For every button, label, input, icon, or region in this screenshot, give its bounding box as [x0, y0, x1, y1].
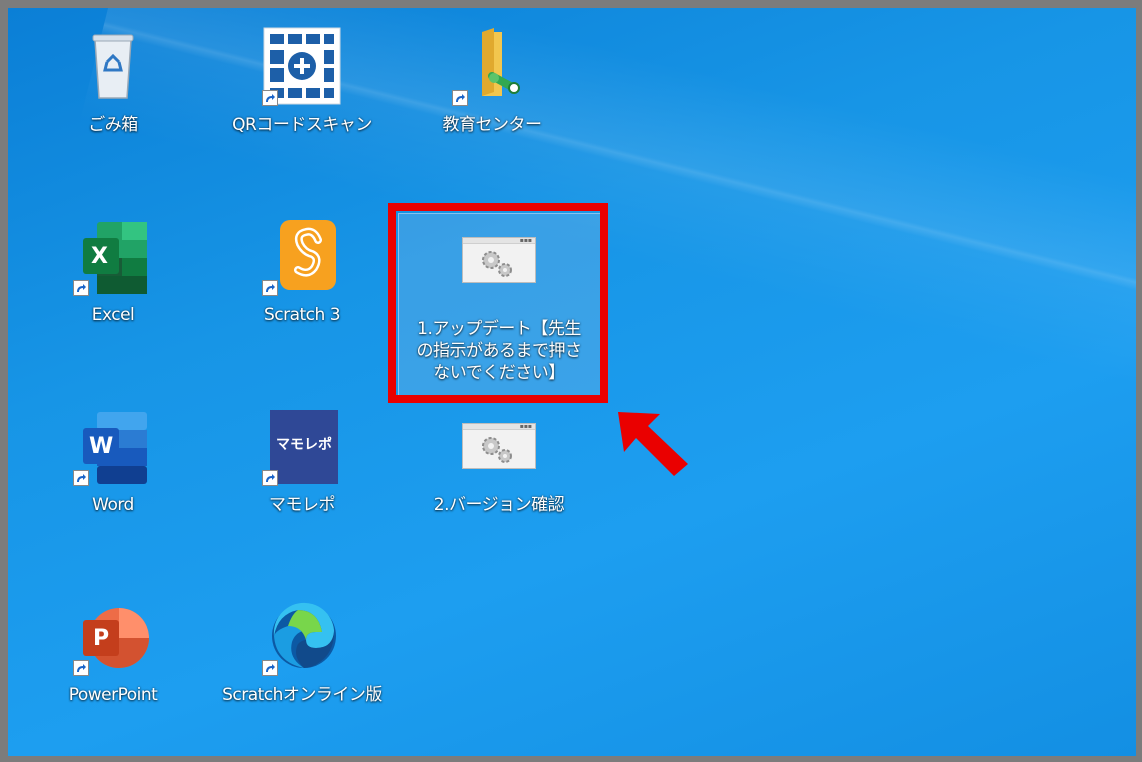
desktop-icon-powerpoint[interactable]: P PowerPoint [43, 596, 183, 706]
word-letter: W [89, 434, 114, 459]
shortcut-arrow-icon [262, 90, 278, 106]
icon-label-excel: Excel [91, 305, 135, 325]
desktop-icon-version-check[interactable]: ▪▪▪ 2.バージョン確認 [429, 406, 569, 516]
excel-letter: X [91, 244, 108, 269]
desktop-icon-excel[interactable]: X Excel [43, 216, 183, 326]
window-controls-icon: ▪▪▪ [519, 423, 532, 430]
app-window-thumbnail: ▪▪▪ [462, 423, 536, 469]
qr-scan-icon [262, 26, 342, 106]
shortcut-arrow-icon [73, 470, 89, 486]
icon-label-recycle-bin: ごみ箱 [88, 115, 138, 135]
desktop: ごみ箱 QRコードスキャン 教育センター X Excel Scratch 3 ▪… [8, 8, 1136, 756]
powerpoint-icon: P [73, 596, 153, 676]
icon-label-version-check: 2.バージョン確認 [433, 495, 565, 515]
scratch-icon [262, 216, 342, 296]
desktop-icon-education-center[interactable]: 教育センター [422, 26, 562, 136]
icon-label-powerpoint: PowerPoint [68, 685, 158, 705]
shortcut-arrow-icon [452, 90, 468, 106]
mamorepo-icon: マモレポ [262, 406, 342, 486]
recycle-bin-icon [73, 26, 153, 106]
desktop-icon-recycle-bin[interactable]: ごみ箱 [43, 26, 183, 136]
desktop-icon-scratch3[interactable]: Scratch 3 [232, 216, 372, 326]
shortcut-arrow-icon [73, 660, 89, 676]
icon-label-qr-scan: QRコードスキャン [232, 115, 372, 135]
shortcut-arrow-icon [73, 280, 89, 296]
icon-label-mamorepo: マモレポ [269, 495, 336, 515]
shortcut-arrow-icon [262, 470, 278, 486]
shortcut-arrow-icon [262, 280, 278, 296]
icon-label-word: Word [92, 495, 134, 515]
word-icon: W [73, 406, 153, 486]
red-arrow-icon [618, 412, 688, 476]
folder-network-icon [452, 26, 532, 106]
desktop-icon-mamorepo[interactable]: マモレポ マモレポ [232, 406, 372, 516]
icon-label-education-center: 教育センター [442, 115, 543, 135]
icon-label-scratch3: Scratch 3 [263, 305, 341, 325]
desktop-icon-qr-scan[interactable]: QRコードスキャン [232, 26, 372, 136]
powerpoint-letter: P [93, 626, 110, 651]
excel-icon: X [73, 216, 153, 296]
icon-label-scratch-online: Scratchオンライン版 [222, 685, 382, 705]
desktop-icon-word[interactable]: W Word [43, 406, 183, 516]
shortcut-arrow-icon [262, 660, 278, 676]
highlight-box [388, 203, 608, 403]
mamorepo-tile: マモレポ [270, 410, 338, 484]
mamorepo-tile-text: マモレポ [276, 437, 332, 453]
desktop-icon-scratch-online[interactable]: Scratchオンライン版 [222, 596, 382, 706]
batch-file-gears-icon: ▪▪▪ [459, 406, 539, 486]
edge-browser-icon [262, 596, 342, 676]
